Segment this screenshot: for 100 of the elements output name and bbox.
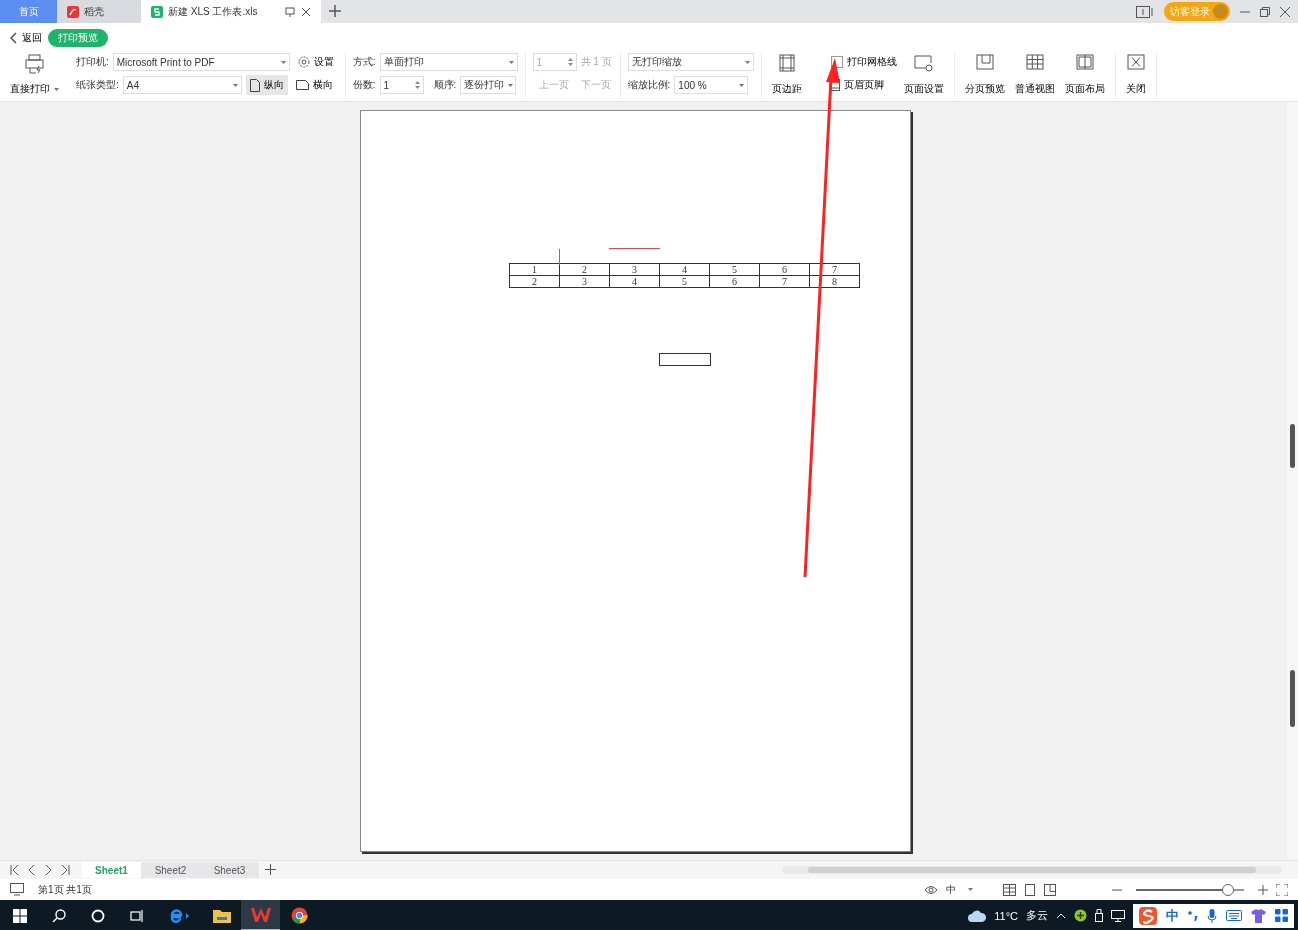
page-layout-icon[interactable] (1075, 54, 1094, 70)
mode-dropdown[interactable]: 单面打印 (379, 53, 518, 71)
copies-label: 份数: (352, 78, 376, 92)
next-sheet-icon[interactable] (44, 865, 53, 875)
normal-view-icon[interactable] (1003, 883, 1016, 896)
paper-type-dropdown[interactable]: A4 (122, 76, 242, 94)
toolbox-icon[interactable] (1275, 909, 1288, 922)
dropdown-caret-icon[interactable] (280, 60, 286, 64)
margins-button[interactable]: 页边距 (768, 52, 805, 98)
landscape-page-icon (295, 80, 309, 90)
spinner-arrows-icon[interactable] (414, 80, 420, 90)
previous-sheet-icon[interactable] (27, 865, 36, 875)
first-sheet-icon[interactable] (10, 865, 19, 875)
page-setup-button[interactable]: 页面设置 (900, 52, 947, 98)
view-button[interactable]: 普通视图 (1011, 52, 1058, 98)
fullscreen-icon[interactable] (1276, 883, 1288, 896)
add-sheet-icon[interactable] (265, 863, 276, 875)
margins-icon[interactable] (778, 54, 795, 72)
keyboard-icon[interactable] (1226, 910, 1242, 921)
copies-spinner[interactable]: 1 (379, 76, 424, 94)
dropdown-caret-icon[interactable] (739, 83, 745, 87)
horizontal-scrollbar[interactable] (782, 866, 1282, 874)
settings-icon[interactable] (297, 56, 310, 68)
zoom-label: 缩放比例: (627, 78, 671, 92)
empty-cell-box (659, 353, 711, 366)
break-view-icon[interactable] (1044, 883, 1056, 896)
spinner-arrows-icon[interactable] (567, 57, 573, 67)
document-tab[interactable]: 稻壳 (57, 0, 141, 23)
table-cell: 7 (809, 263, 860, 276)
dropdown-caret-icon[interactable] (744, 60, 750, 64)
chevron-left-icon (10, 32, 18, 44)
close-preview-button[interactable]: 关闭 (1122, 52, 1149, 98)
table-cell: 4 (609, 275, 660, 288)
pin-icon[interactable] (285, 6, 295, 17)
sheet-tab[interactable]: Sheet3 (200, 862, 259, 878)
view-button[interactable]: 分页预览 (961, 52, 1008, 98)
dropdown-caret-icon[interactable] (232, 83, 238, 87)
print-preview-badge: 打印预览 (48, 29, 108, 47)
paper-type-label: 纸张类型: (76, 78, 119, 92)
close-icon[interactable] (1280, 6, 1290, 17)
input-mode-selector[interactable]: 中 (946, 882, 956, 897)
dropdown-caret-icon[interactable] (54, 87, 59, 91)
chevron-up-icon[interactable] (1056, 912, 1066, 919)
weather-text: 多云 (1026, 908, 1048, 923)
table-cell: 5 (709, 263, 760, 276)
printer-label: 打印机: (76, 55, 109, 69)
network-icon[interactable] (1111, 909, 1125, 922)
order-dropdown[interactable]: 逐份打印 (460, 76, 517, 94)
page-view-icon[interactable] (1024, 883, 1036, 896)
wps-app-icon[interactable] (241, 900, 280, 930)
punctuation-icon[interactable] (1188, 909, 1198, 922)
document-tab[interactable]: 新建 XLS 工作表.xls (141, 0, 321, 23)
sheet-tab[interactable]: Sheet2 (141, 862, 200, 878)
shirt-icon[interactable] (1251, 908, 1266, 923)
table-cell: 1 (509, 263, 560, 276)
screen-icon[interactable] (10, 883, 26, 896)
new-tab-icon[interactable] (329, 4, 341, 17)
settings-button[interactable]: 设置 (293, 52, 338, 72)
close-icon[interactable] (301, 6, 311, 17)
page-break-line (609, 248, 660, 249)
table-cell: 7 (759, 275, 810, 288)
table-cell: 3 (609, 263, 660, 276)
ime-mode[interactable]: 中 (1166, 906, 1179, 925)
table-cell: 4 (659, 263, 710, 276)
back-button[interactable]: 返回 (10, 31, 42, 45)
dropdown-caret-icon[interactable] (508, 60, 514, 64)
page-break-preview-icon[interactable] (975, 54, 994, 70)
printer-icon (23, 54, 46, 74)
temperature: 11°C (994, 909, 1018, 922)
orientation-button[interactable]: 横向 (291, 75, 337, 95)
table-cell: 6 (759, 263, 810, 276)
table-cell: 3 (559, 275, 610, 288)
direct-print-button[interactable]: 直接打印 (7, 52, 62, 98)
restore-icon[interactable] (1260, 6, 1270, 17)
input-method-bar[interactable]: 中 (1133, 903, 1294, 928)
zoom-dropdown[interactable]: 100 % (674, 76, 749, 94)
printer-dropdown[interactable]: Microsoft Print to PDF (112, 53, 290, 71)
page-total: 共 1 页 (580, 55, 612, 69)
vertical-scrollbar[interactable] (1287, 102, 1298, 860)
dropdown-caret-icon[interactable] (508, 83, 514, 87)
scaling-dropdown[interactable]: 无打印缩放 (627, 53, 754, 71)
close-icon[interactable] (1126, 54, 1145, 70)
orientation-button[interactable]: 纵向 (245, 75, 288, 95)
grid-view-icon[interactable] (1025, 54, 1044, 70)
table-cell: 2 (559, 263, 610, 276)
usb-drive-icon[interactable] (1095, 909, 1103, 922)
table-cell: 2 (509, 275, 560, 288)
cloud-icon (968, 909, 987, 922)
spreadsheet-icon (151, 5, 163, 18)
tray-app-icon[interactable] (1074, 909, 1087, 922)
last-sheet-icon[interactable] (61, 865, 70, 875)
zoom-in-icon[interactable] (1258, 884, 1268, 895)
dropdown-caret-icon[interactable] (968, 888, 973, 891)
sogou-logo-icon (1139, 906, 1157, 925)
eye-icon[interactable] (924, 884, 938, 895)
mode-label: 方式: (352, 55, 376, 69)
page-setup-icon[interactable] (913, 54, 934, 72)
window-count-icon[interactable] (1136, 5, 1154, 18)
microphone-icon[interactable] (1207, 908, 1217, 923)
view-button[interactable]: 页面布局 (1061, 52, 1108, 98)
